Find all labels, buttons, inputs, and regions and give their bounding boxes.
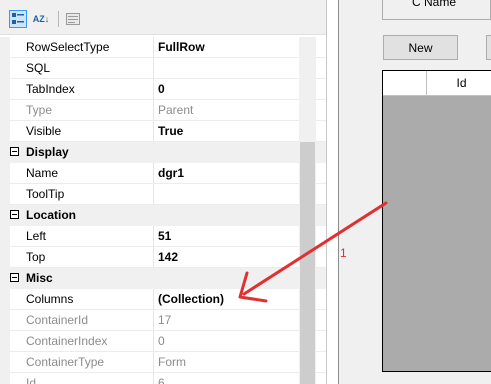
row-gutter <box>0 100 10 121</box>
property-pages-icon[interactable] <box>64 10 82 28</box>
property-name: RowSelectType <box>26 40 110 54</box>
property-grid: AZ ↓ RowSelectType FullRow SQL TabIndex 0 Typ… <box>0 0 327 384</box>
category-label: Display <box>26 145 69 159</box>
property-value[interactable]: 142 <box>158 247 178 267</box>
row-gutter <box>0 58 10 79</box>
property-row[interactable]: Top 142 <box>0 247 326 268</box>
row-gutter <box>0 289 10 310</box>
property-grid-toolbar: AZ ↓ <box>0 0 326 35</box>
property-row[interactable]: ContainerType Form <box>0 352 326 373</box>
property-row[interactable]: ContainerIndex 0 <box>0 331 326 352</box>
categorized-glyph <box>12 13 24 24</box>
categorized-icon[interactable] <box>9 10 27 28</box>
column-divider <box>153 226 154 246</box>
property-row[interactable]: ContainerId 17 <box>0 310 326 331</box>
column-divider <box>153 289 154 309</box>
property-rows: RowSelectType FullRow SQL TabIndex 0 Type Pare… <box>0 37 326 384</box>
row-gutter <box>0 226 10 247</box>
property-value[interactable]: 0 <box>158 79 165 99</box>
scrollbar-thumb[interactable] <box>300 142 315 384</box>
column-divider <box>153 184 154 204</box>
property-name: Id <box>26 376 37 384</box>
property-value[interactable]: Form <box>158 352 186 372</box>
property-row[interactable]: Left 51 <box>0 226 326 247</box>
property-name: Left <box>26 229 47 243</box>
cname-label: C Name <box>412 0 457 9</box>
row-gutter <box>0 331 10 352</box>
new-button[interactable]: New <box>383 35 458 60</box>
property-value[interactable]: dgr1 <box>158 163 184 183</box>
column-divider <box>153 310 154 330</box>
collapse-icon[interactable] <box>10 210 19 219</box>
category-row[interactable]: Display <box>0 142 326 163</box>
column-divider <box>153 79 154 99</box>
row-gutter <box>0 184 10 205</box>
property-value[interactable]: 17 <box>158 310 171 330</box>
property-row[interactable]: SQL <box>0 58 326 79</box>
data-grid[interactable]: Id <box>382 70 491 372</box>
property-row[interactable]: Columns (Collection) <box>0 289 326 310</box>
column-divider <box>153 100 154 120</box>
row-gutter <box>0 310 10 331</box>
collapse-icon[interactable] <box>10 147 19 156</box>
column-divider <box>153 331 154 351</box>
property-value[interactable]: 51 <box>158 226 171 246</box>
row-gutter <box>0 352 10 373</box>
column-divider <box>153 163 154 183</box>
property-name: SQL <box>26 61 51 75</box>
property-row[interactable]: Name dgr1 <box>0 163 326 184</box>
property-value[interactable]: Parent <box>158 100 193 120</box>
alphabetical-icon[interactable]: AZ ↓ <box>32 10 50 28</box>
property-row[interactable]: RowSelectType FullRow <box>0 37 326 58</box>
row-gutter <box>0 247 10 268</box>
property-name: ContainerId <box>26 313 89 327</box>
property-name: Visible <box>26 124 62 138</box>
column-divider <box>153 373 154 384</box>
row-gutter <box>0 37 10 58</box>
property-row[interactable]: TabIndex 0 <box>0 79 326 100</box>
property-value[interactable]: (Collection) <box>158 289 224 309</box>
property-name: Columns <box>26 292 74 306</box>
row-gutter <box>0 121 10 142</box>
property-name: TabIndex <box>26 82 75 96</box>
property-name: Name <box>26 166 59 180</box>
alphabetical-label: AZ <box>32 14 45 24</box>
grid-column-header-id[interactable]: Id <box>427 71 491 96</box>
property-name: ContainerType <box>26 355 105 369</box>
property-name: Top <box>26 250 46 264</box>
property-value[interactable]: 6 <box>158 373 165 384</box>
row-gutter <box>0 79 10 100</box>
column-divider <box>153 58 154 78</box>
column-divider <box>153 121 154 141</box>
property-pages-glyph <box>66 13 80 25</box>
property-row[interactable]: Visible True <box>0 121 326 142</box>
sort-arrow-icon: ↓ <box>44 14 50 24</box>
column-divider <box>153 352 154 372</box>
collapse-icon[interactable] <box>10 273 19 282</box>
property-name: Type <box>26 103 53 117</box>
row-gutter <box>0 163 10 184</box>
category-row[interactable]: Misc <box>0 268 326 289</box>
column-divider <box>153 247 154 267</box>
property-row[interactable]: Type Parent <box>0 100 326 121</box>
property-name: ToolTip <box>26 187 65 201</box>
property-name: ContainerIndex <box>26 334 108 348</box>
category-label: Location <box>26 208 76 222</box>
property-value[interactable]: FullRow <box>158 37 205 57</box>
property-row[interactable]: ToolTip <box>0 184 326 205</box>
category-row[interactable]: Location <box>0 205 326 226</box>
grid-corner-header <box>383 71 427 96</box>
category-label: Misc <box>26 271 53 285</box>
partial-button[interactable] <box>486 35 491 60</box>
property-row[interactable]: Id 6 <box>0 373 326 384</box>
toolbar-separator <box>58 11 59 27</box>
column-divider <box>153 37 154 57</box>
annotation-number: 1 <box>340 246 347 260</box>
property-value[interactable]: True <box>158 121 183 141</box>
property-value[interactable]: 0 <box>158 331 165 351</box>
row-gutter <box>0 373 10 384</box>
